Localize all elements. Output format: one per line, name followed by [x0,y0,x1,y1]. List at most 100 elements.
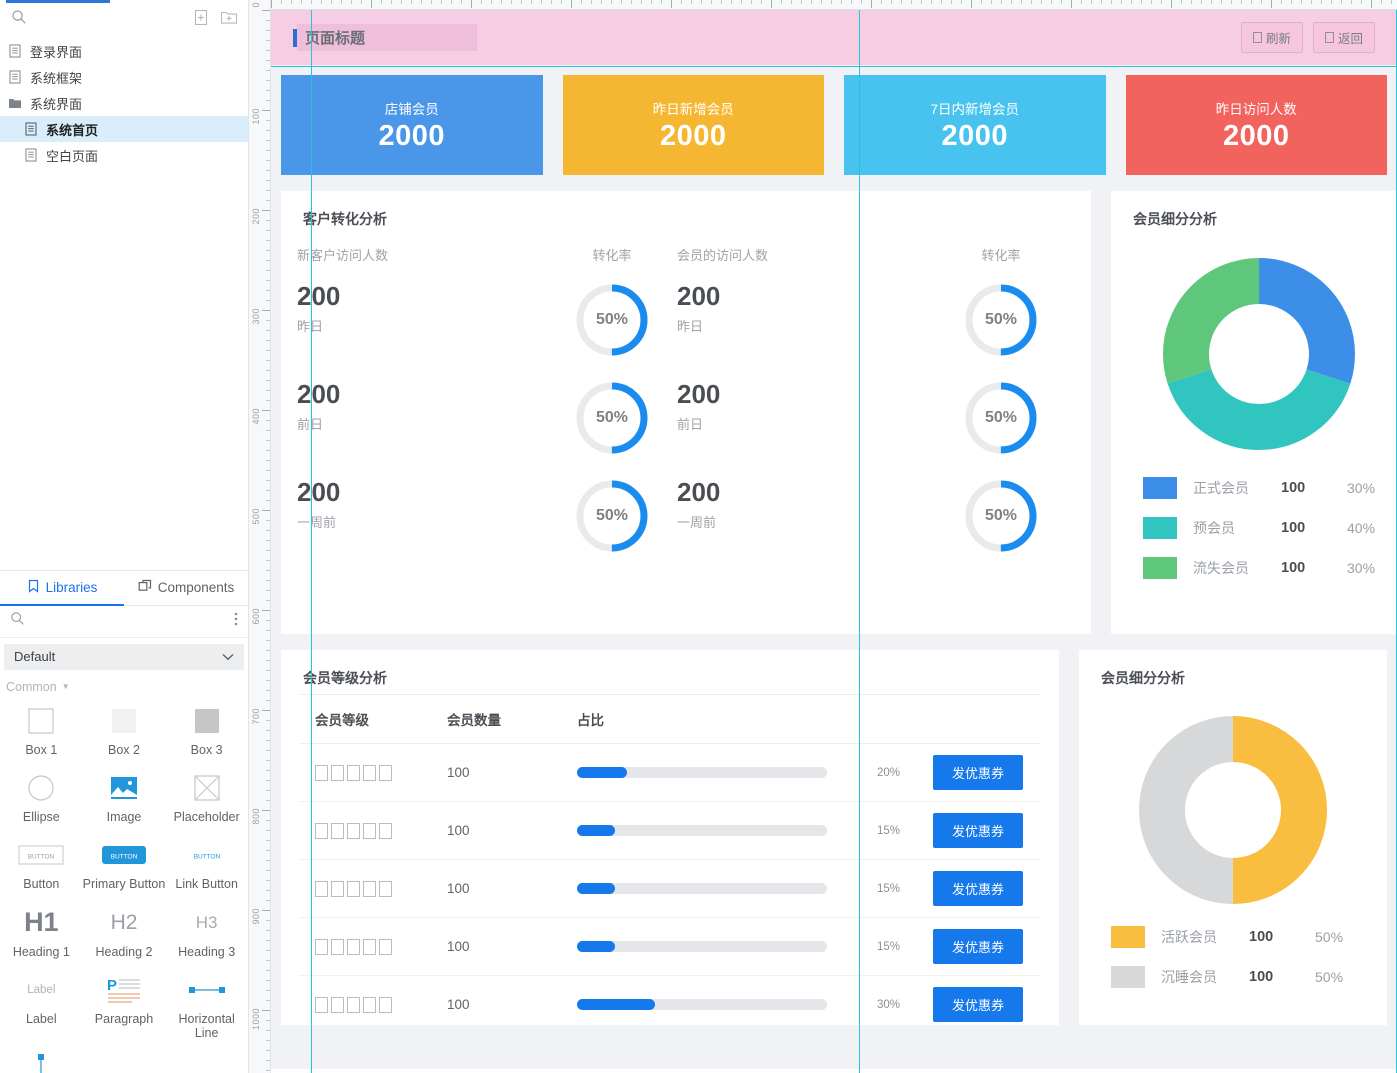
library-scroll-area[interactable]: Common ▼ Box 1 Box 2 [0,672,248,1073]
box-outline-icon [26,704,56,738]
tree-item-1[interactable]: 系统框架 [0,64,248,90]
legend-name: 沉睡会员 [1145,967,1249,987]
widget-label-el[interactable]: Label Label [0,965,83,1045]
tab-components[interactable]: Components [124,571,248,605]
level-tofu-glyphs [315,765,447,781]
conversion-period: 前日 [677,414,927,433]
ruler-tick [1111,0,1112,4]
back-button[interactable]: 返回 [1313,22,1375,53]
stat-card-store-members[interactable]: 店铺会员 2000 [281,75,543,175]
stat-card-value: 2000 [660,120,727,153]
tree-item-0[interactable]: 登录界面 [0,38,248,64]
conversion-header-rate-2: 转化率 [927,245,1075,282]
search-icon[interactable] [10,611,25,631]
ruler-tick [751,0,752,4]
ruler-tick [791,0,792,4]
ruler-tick [561,0,562,4]
conversion-ring-1: 50% [547,478,677,576]
ruler-tick [266,570,270,571]
ruler-tick [266,530,270,531]
page-icon [24,148,38,162]
legend-pct: 40% [1347,520,1375,536]
widget-box-1[interactable]: Box 1 [0,696,83,761]
tree-item-2[interactable]: 系统界面 [0,90,248,116]
ruler-tick [266,1040,270,1041]
caret-down-icon: ▼ [62,682,70,691]
table-row[interactable]: 100 30% 发优惠券 [299,976,1041,1034]
stat-card-new-7days[interactable]: 7日内新增会员 2000 [844,75,1106,175]
page-body: 店铺会员 2000 昨日新增会员 2000 7日内新增会员 2000 昨日访问人… [271,65,1397,1069]
ruler-tick [1031,0,1032,4]
tree-item-4[interactable]: 空白页面 [0,142,248,168]
page-header: 页面标题 刷新 返回 [271,10,1397,65]
library-search-input[interactable] [31,614,234,628]
ruler-tick [881,0,882,4]
widget-heading-2[interactable]: H2 Heading 2 [83,898,166,963]
legend-item: 活跃会员 100 50% [1111,926,1355,948]
more-vertical-icon[interactable] [234,611,238,632]
widget-heading-1[interactable]: H1 Heading 1 [0,898,83,963]
ruler-tick [266,580,270,581]
add-page-icon[interactable] [190,6,212,28]
svg-text:BUTTON: BUTTON [193,854,220,861]
search-icon[interactable] [8,6,30,28]
ruler-tick [266,280,270,281]
widget-button[interactable]: BUTTON Button [0,830,83,895]
ruler-label: 500 [251,508,261,525]
widget-image[interactable]: Image [83,763,166,828]
tree-item-3[interactable]: 系统首页 [0,116,248,142]
widget-heading-3[interactable]: H3 Heading 3 [165,898,248,963]
stat-card-label: 昨日新增会员 [653,98,734,118]
ruler-tick [831,0,832,4]
ruler-tick [621,0,622,4]
ruler-tick [266,220,270,221]
ruler-tick [266,900,270,901]
widget-paragraph[interactable]: P Paragraph [83,965,166,1045]
issue-coupon-button[interactable]: 发优惠券 [933,755,1023,790]
page-canvas[interactable]: 页面标题 刷新 返回 店铺会员 [271,10,1397,1073]
table-row[interactable]: 100 20% 发优惠券 [299,744,1041,802]
table-row[interactable]: 100 15% 发优惠券 [299,860,1041,918]
legend-item: 预会员 100 40% [1143,517,1375,539]
tab-libraries[interactable]: Libraries [0,571,124,605]
ruler-tick [991,0,992,4]
canvas[interactable]: 10020030040050060070080090010000 页面标题 刷新 [249,0,1397,1073]
widget-ellipse[interactable]: Ellipse [0,763,83,828]
stat-card-label: 7日内新增会员 [930,98,1019,118]
stat-card-visits-yesterday[interactable]: 昨日访问人数 2000 [1126,75,1388,175]
table-row[interactable]: 100 15% 发优惠券 [299,918,1041,976]
widget-box-2[interactable]: Box 2 [83,696,166,761]
widget-horizontal-line[interactable]: Horizontal Line [165,965,248,1045]
ruler-tick [921,0,922,4]
conversion-value: 200 [297,380,547,410]
issue-coupon-button[interactable]: 发优惠券 [933,987,1023,1022]
th-count: 会员数量 [447,695,577,744]
group-header-common[interactable]: Common ▼ [0,672,248,696]
issue-coupon-button[interactable]: 发优惠券 [933,871,1023,906]
ruler-tick [266,350,270,351]
refresh-button[interactable]: 刷新 [1241,22,1303,53]
conversion-value: 200 [677,478,927,508]
widget-link-button[interactable]: BUTTON Link Button [165,830,248,895]
ruler-tick [491,0,492,4]
widget-box-3[interactable]: Box 3 [165,696,248,761]
library-select[interactable]: Default [4,644,244,670]
cell-pct: 30% [877,976,933,1034]
image-icon [109,771,139,805]
stat-card-new-yesterday[interactable]: 昨日新增会员 2000 [563,75,825,175]
ruler-tick [266,850,270,851]
ruler-tick [266,380,270,381]
issue-coupon-button[interactable]: 发优惠券 [933,813,1023,848]
widget-vertical-line[interactable]: Vertical Line [0,1047,83,1073]
widget-primary-button[interactable]: BUTTON Primary Button [83,830,166,895]
ruler-tick [581,0,582,4]
widget-label: Image [107,810,142,824]
refresh-tofu-icon [1253,32,1262,43]
add-folder-icon[interactable] [218,6,240,28]
ruler-tick [266,620,270,621]
ruler-tick [262,1010,270,1011]
progress-ring-label: 50% [574,478,650,554]
widget-placeholder[interactable]: Placeholder [165,763,248,828]
table-row[interactable]: 100 15% 发优惠券 [299,802,1041,860]
issue-coupon-button[interactable]: 发优惠券 [933,929,1023,964]
